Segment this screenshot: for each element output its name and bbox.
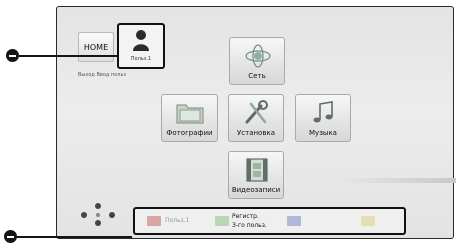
callout-marker-2: [4, 230, 17, 243]
network-icon: [245, 44, 271, 68]
tile-photos[interactable]: Фотографии: [161, 94, 218, 142]
photo-folder-icon: [176, 104, 204, 124]
register-line-1: Регистр.: [232, 213, 259, 220]
register-line-2: З-го польз.: [232, 222, 267, 229]
user-selector[interactable]: Польз.1: [117, 23, 165, 69]
tile-video-label: Видеозаписи: [231, 186, 281, 194]
home-button[interactable]: HOME: [78, 32, 114, 62]
music-note-icon: [313, 101, 333, 123]
callout-line-2: [17, 236, 132, 238]
tile-photos-label: Фотографии: [166, 129, 213, 137]
red-button-label: Польз.1: [165, 217, 190, 224]
tile-music-label: Музыка: [309, 129, 337, 137]
tile-video[interactable]: Видеозаписи: [228, 151, 284, 199]
decorative-stripe: [338, 178, 456, 183]
red-button-icon: [147, 216, 161, 226]
color-button-guide: Польз.1 Регистр. З-го польз.: [133, 207, 406, 235]
navigation-arrows-icon: [79, 203, 119, 229]
user-avatar-icon: [133, 30, 149, 51]
green-button-icon: [215, 216, 229, 226]
blue-button-icon: [287, 216, 301, 226]
yellow-button-icon: [361, 216, 375, 226]
callout-marker-1: [6, 49, 19, 62]
setup-tools-icon: [245, 100, 268, 124]
tile-network-label: Сеть: [248, 72, 266, 80]
tile-setup[interactable]: Установка: [228, 94, 284, 142]
tile-music[interactable]: Музыка: [295, 94, 351, 142]
callout-line-1: [19, 55, 117, 57]
video-film-icon: [246, 158, 268, 182]
tile-network[interactable]: Сеть: [229, 37, 285, 85]
user-name: Польз.1: [130, 56, 152, 62]
home-label: HOME: [83, 42, 109, 52]
login-hint: Выход Ввод польз: [78, 72, 127, 78]
tile-setup-label: Установка: [237, 129, 275, 137]
